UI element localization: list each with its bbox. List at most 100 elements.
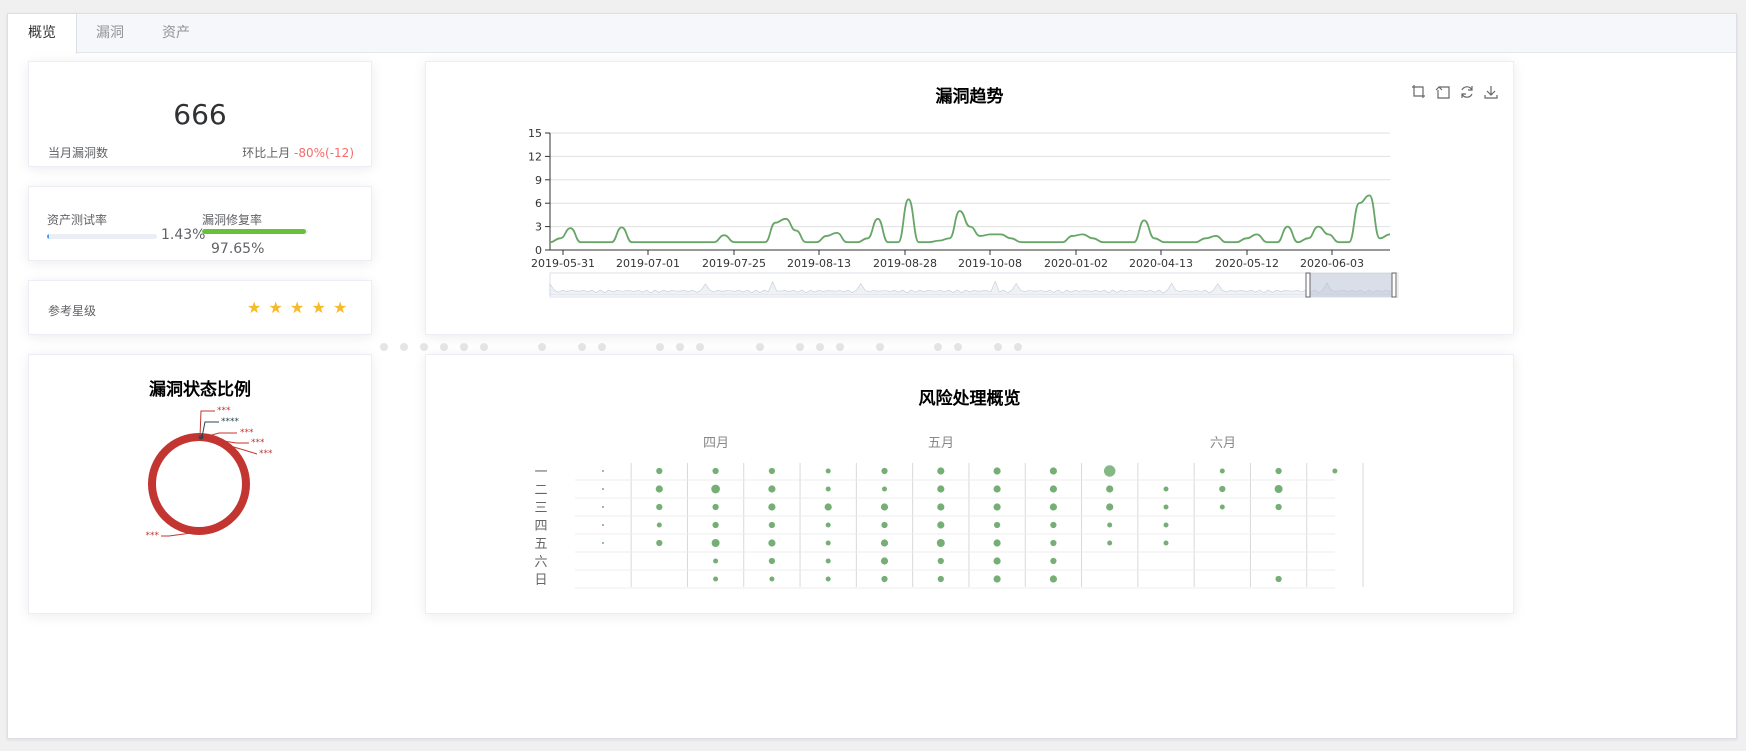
calendar-data-point[interactable] (1274, 485, 1283, 493)
ring-slice[interactable] (148, 433, 250, 535)
calendar-data-point[interactable] (768, 503, 776, 511)
calendar-data-point[interactable] (656, 522, 662, 528)
calendar-data-point[interactable] (825, 540, 831, 546)
calendar-data-point[interactable] (1219, 468, 1225, 474)
calendar-data-point[interactable] (1049, 575, 1057, 583)
calendar-data-point[interactable] (881, 575, 888, 583)
calendar-data-point[interactable] (1050, 521, 1057, 529)
calendar-data-point[interactable] (1106, 503, 1114, 511)
calendar-data-point[interactable] (1275, 503, 1282, 511)
calendar-data-point[interactable] (1219, 504, 1225, 510)
carousel-dot (696, 343, 704, 351)
calendar-data-point[interactable] (880, 539, 889, 547)
calendar-data-point[interactable] (602, 542, 604, 544)
calendar-data-point[interactable] (1103, 465, 1116, 477)
risk-overview-card: 风险处理概览 四月 五月 六月一二三四五六日 (425, 354, 1514, 614)
calendar-data-point[interactable] (602, 506, 604, 508)
calendar-data-point[interactable] (937, 485, 945, 493)
calendar-data-point[interactable] (993, 575, 1001, 583)
ring-slice-label: **** (221, 417, 240, 427)
trend-x-tick-label: 2019-10-08 (958, 257, 1022, 270)
calendar-data-point[interactable] (713, 576, 719, 582)
datazoom-handle-left[interactable] (1305, 272, 1311, 298)
calendar-data-point[interactable] (1049, 485, 1057, 493)
calendar-data-point[interactable] (656, 539, 663, 547)
calendar-data-point[interactable] (881, 521, 888, 529)
calendar-data-point[interactable] (993, 557, 1001, 565)
calendar-data-point[interactable] (768, 557, 776, 565)
vuln-status-card: 漏洞状态比例 *** **** *** *** *** *** (28, 354, 372, 614)
calendar-data-point[interactable] (1107, 522, 1113, 528)
tab-vulnerabilities[interactable]: 漏洞 (76, 14, 144, 53)
star-icon[interactable]: ★ (247, 300, 261, 316)
calendar-data-point[interactable] (1050, 557, 1057, 565)
calendar-data-point[interactable] (993, 485, 1001, 493)
calendar-data-point[interactable] (825, 522, 831, 528)
calendar-data-point[interactable] (993, 503, 1001, 511)
calendar-data-point[interactable] (1107, 540, 1113, 546)
calendar-data-point[interactable] (880, 503, 889, 511)
tab-overview[interactable]: 概览 (8, 14, 77, 54)
calendar-data-point[interactable] (1275, 467, 1282, 475)
trend-x-tick-label: 2019-05-31 (531, 257, 595, 270)
calendar-data-point[interactable] (602, 470, 604, 472)
star-icon[interactable]: ★ (269, 300, 283, 316)
calendar-data-point[interactable] (825, 486, 831, 492)
calendar-data-point[interactable] (937, 503, 945, 511)
calendar-data-point[interactable] (711, 539, 720, 547)
calendar-data-point[interactable] (824, 503, 832, 511)
calendar-data-point[interactable] (1049, 503, 1057, 511)
calendar-data-point[interactable] (1163, 486, 1169, 492)
calendar-data-point[interactable] (1050, 539, 1057, 547)
calendar-data-point[interactable] (768, 485, 776, 493)
star-icon[interactable]: ★ (333, 300, 347, 316)
calendar-data-point[interactable] (937, 467, 945, 475)
calendar-data-point[interactable] (825, 558, 831, 564)
calendar-data-point[interactable] (712, 521, 719, 529)
carousel-dot (460, 343, 468, 351)
calendar-data-point[interactable] (1049, 467, 1057, 475)
calendar-data-point[interactable] (769, 576, 775, 582)
calendar-data-point[interactable] (1106, 485, 1114, 493)
calendar-data-point[interactable] (1163, 540, 1169, 546)
calendar-data-point[interactable] (656, 467, 663, 475)
calendar-data-point[interactable] (1275, 575, 1282, 583)
calendar-data-point[interactable] (937, 575, 944, 583)
calendar-data-point[interactable] (993, 467, 1001, 475)
datazoom-handle-right[interactable] (1391, 272, 1397, 298)
calendar-data-point[interactable] (1163, 504, 1169, 510)
calendar-data-point[interactable] (825, 576, 831, 582)
calendar-data-point[interactable] (880, 557, 889, 565)
calendar-data-point[interactable] (768, 521, 776, 529)
calendar-data-point[interactable] (937, 557, 944, 565)
calendar-data-point[interactable] (881, 467, 888, 475)
calendar-data-point[interactable] (1332, 468, 1338, 474)
asset-test-rate-value: 1.43% (161, 227, 206, 243)
carousel-dot (420, 343, 428, 351)
star-icon[interactable]: ★ (312, 300, 326, 316)
tab-assets[interactable]: 资产 (142, 14, 210, 53)
calendar-data-point[interactable] (768, 539, 776, 547)
calendar-data-point[interactable] (936, 539, 945, 547)
calendar-data-point[interactable] (1163, 522, 1169, 528)
calendar-data-point[interactable] (713, 558, 719, 564)
calendar-data-point[interactable] (711, 484, 720, 494)
carousel-dot (578, 343, 586, 351)
calendar-data-point[interactable] (602, 524, 604, 526)
calendar-data-point[interactable] (993, 521, 1001, 529)
calendar-data-point[interactable] (712, 467, 719, 475)
calendar-data-point[interactable] (937, 521, 945, 529)
calendar-data-point[interactable] (768, 467, 776, 475)
ring-slice-label: *** (259, 449, 273, 459)
datazoom-window[interactable] (1308, 273, 1396, 297)
calendar-data-point[interactable] (993, 539, 1001, 547)
calendar-data-point[interactable] (655, 485, 663, 493)
calendar-data-point[interactable] (825, 468, 831, 474)
trend-x-tick-label: 2020-06-03 (1300, 257, 1364, 270)
calendar-data-point[interactable] (712, 503, 719, 511)
star-icon[interactable]: ★ (290, 300, 304, 316)
calendar-data-point[interactable] (656, 503, 663, 511)
calendar-data-point[interactable] (1219, 485, 1226, 493)
calendar-data-point[interactable] (602, 488, 604, 490)
calendar-data-point[interactable] (882, 486, 887, 492)
